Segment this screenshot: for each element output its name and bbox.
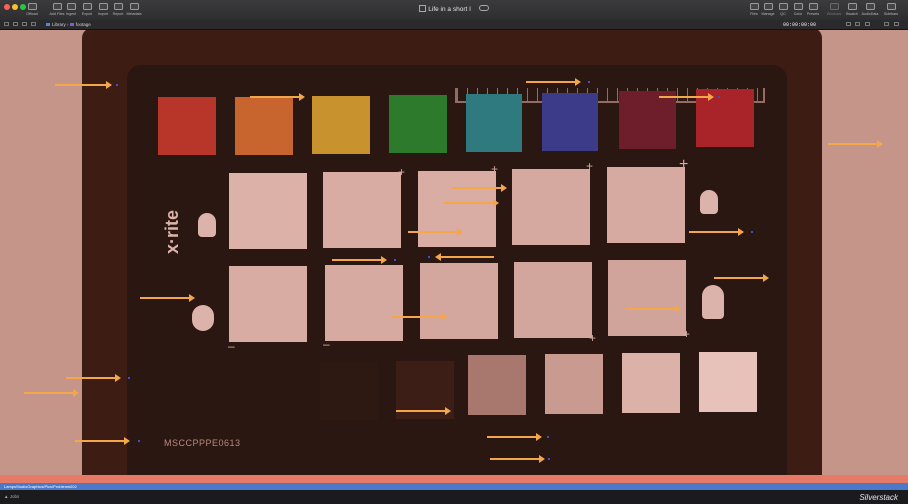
sidebars-icon: [886, 3, 896, 10]
marker-dot: [116, 84, 118, 86]
face-icon: [700, 190, 718, 214]
annotation-arrow: [689, 228, 744, 236]
bwatch-icon: [847, 3, 857, 10]
plus-mark: +: [491, 162, 499, 176]
clip-name-bar[interactable]: LampsStudioGraphics/Pics/Problems002: [0, 483, 908, 490]
snowflake-icon: [192, 305, 214, 331]
presets-icon: [808, 3, 818, 10]
grey-patch: [699, 352, 757, 412]
marker-dot: [428, 256, 430, 258]
annotation-arrow: [392, 313, 447, 321]
breadcrumb-separator: ›: [67, 21, 69, 27]
grid-view-icon[interactable]: [22, 22, 27, 26]
sidebars-button[interactable]: Sidebars: [878, 3, 904, 16]
annotation-arrow: [435, 253, 494, 261]
status-bar: ▲ Jobs Silverstack: [0, 490, 908, 504]
library-folder-icon: [46, 22, 50, 26]
plus-mark: +: [679, 156, 689, 173]
xrite-logo: x·rite: [162, 210, 182, 255]
cloud-icon: [478, 5, 489, 11]
grey-patch: [545, 354, 603, 414]
split-view-icon[interactable]: [855, 22, 860, 26]
color-patch: [312, 96, 370, 154]
project-icon: [419, 5, 427, 12]
grey-patch: [622, 353, 680, 413]
skin-patch: [323, 172, 401, 248]
navigation-bar: Library › footage 00:00:00:00: [0, 20, 908, 30]
annotation-arrow: [75, 437, 130, 445]
color-patch: [466, 94, 522, 152]
clip-timeline-bar[interactable]: [0, 475, 908, 483]
marker-dot: [128, 377, 130, 379]
list-view-icon[interactable]: [31, 22, 36, 26]
annotation-arrow: [140, 294, 195, 302]
color-patch: [542, 93, 598, 151]
color-patch: [235, 97, 293, 155]
marker-dot: [547, 436, 549, 438]
color-patch: [389, 95, 447, 153]
annotation-arrow: [408, 228, 463, 236]
breadcrumb-library[interactable]: Library: [52, 22, 66, 27]
breadcrumb: Library › footage: [46, 22, 91, 27]
single-view-icon[interactable]: [846, 22, 851, 26]
skin-patch: [512, 169, 590, 245]
jobs-button[interactable]: ▲ Jobs: [4, 494, 19, 499]
windows-icon: [829, 3, 839, 10]
annotation-arrow: [24, 389, 79, 397]
face-icon: [198, 213, 216, 237]
color-patch: [158, 97, 216, 155]
flame-icon: [702, 285, 724, 319]
breadcrumb-footage[interactable]: footage: [76, 22, 91, 27]
marker-dot: [751, 231, 753, 233]
panel-left-icon[interactable]: [884, 22, 889, 26]
compare-view-icon[interactable]: [865, 22, 870, 26]
marker-dot: [138, 440, 140, 442]
timecode-display: 00:00:00:00: [782, 21, 816, 28]
annotation-arrow: [626, 305, 681, 313]
annotation-arrow: [396, 407, 451, 415]
chart-serial: MSCCPPPE0613: [164, 438, 241, 448]
grey-patch: [468, 355, 526, 415]
annotation-arrow: [444, 199, 499, 207]
grey-patch: [320, 362, 378, 420]
annotation-arrow: [250, 93, 305, 101]
marker-dot: [718, 96, 720, 98]
app-brand: Silverstack: [859, 493, 898, 502]
forward-icon[interactable]: [13, 22, 18, 26]
annotation-arrow: [487, 433, 542, 441]
skin-patch: [325, 265, 403, 341]
annotation-arrow: [55, 81, 112, 89]
panel-right-icon[interactable]: [894, 22, 899, 26]
marker-dot: [588, 81, 590, 83]
marker-dot: [548, 458, 550, 460]
back-icon[interactable]: [4, 22, 9, 26]
marker-dot: [394, 259, 396, 261]
skin-patch: [514, 262, 592, 338]
plus-mark: +: [586, 159, 594, 173]
plus-mark: +: [398, 165, 406, 179]
window-titlebar: Offload Add Files Ingest Export Import R…: [0, 0, 908, 21]
annotation-arrow: [452, 184, 507, 192]
annotation-arrow: [828, 140, 883, 148]
footage-folder-icon: [69, 22, 74, 26]
minus-mark: –: [323, 337, 330, 351]
annotation-arrow: [490, 455, 545, 463]
annotation-arrow: [66, 374, 121, 382]
annotation-arrow: [526, 78, 581, 86]
skin-patch: [229, 173, 307, 249]
skin-patch: [420, 263, 498, 339]
clip-viewer[interactable]: mm x·rite + + + + + + – – MSCCPPPE0613: [0, 30, 908, 475]
minus-mark: –: [228, 339, 235, 353]
skin-patch: [229, 266, 307, 342]
color-patch: [619, 91, 676, 149]
plus-mark: +: [683, 327, 691, 341]
plus-mark: +: [589, 331, 597, 345]
skin-patch: [608, 260, 686, 336]
annotation-arrow: [659, 93, 714, 101]
audiodata-icon: [865, 3, 875, 10]
skin-patch: [607, 167, 685, 243]
annotation-arrow: [332, 256, 387, 264]
annotation-arrow: [714, 274, 769, 282]
